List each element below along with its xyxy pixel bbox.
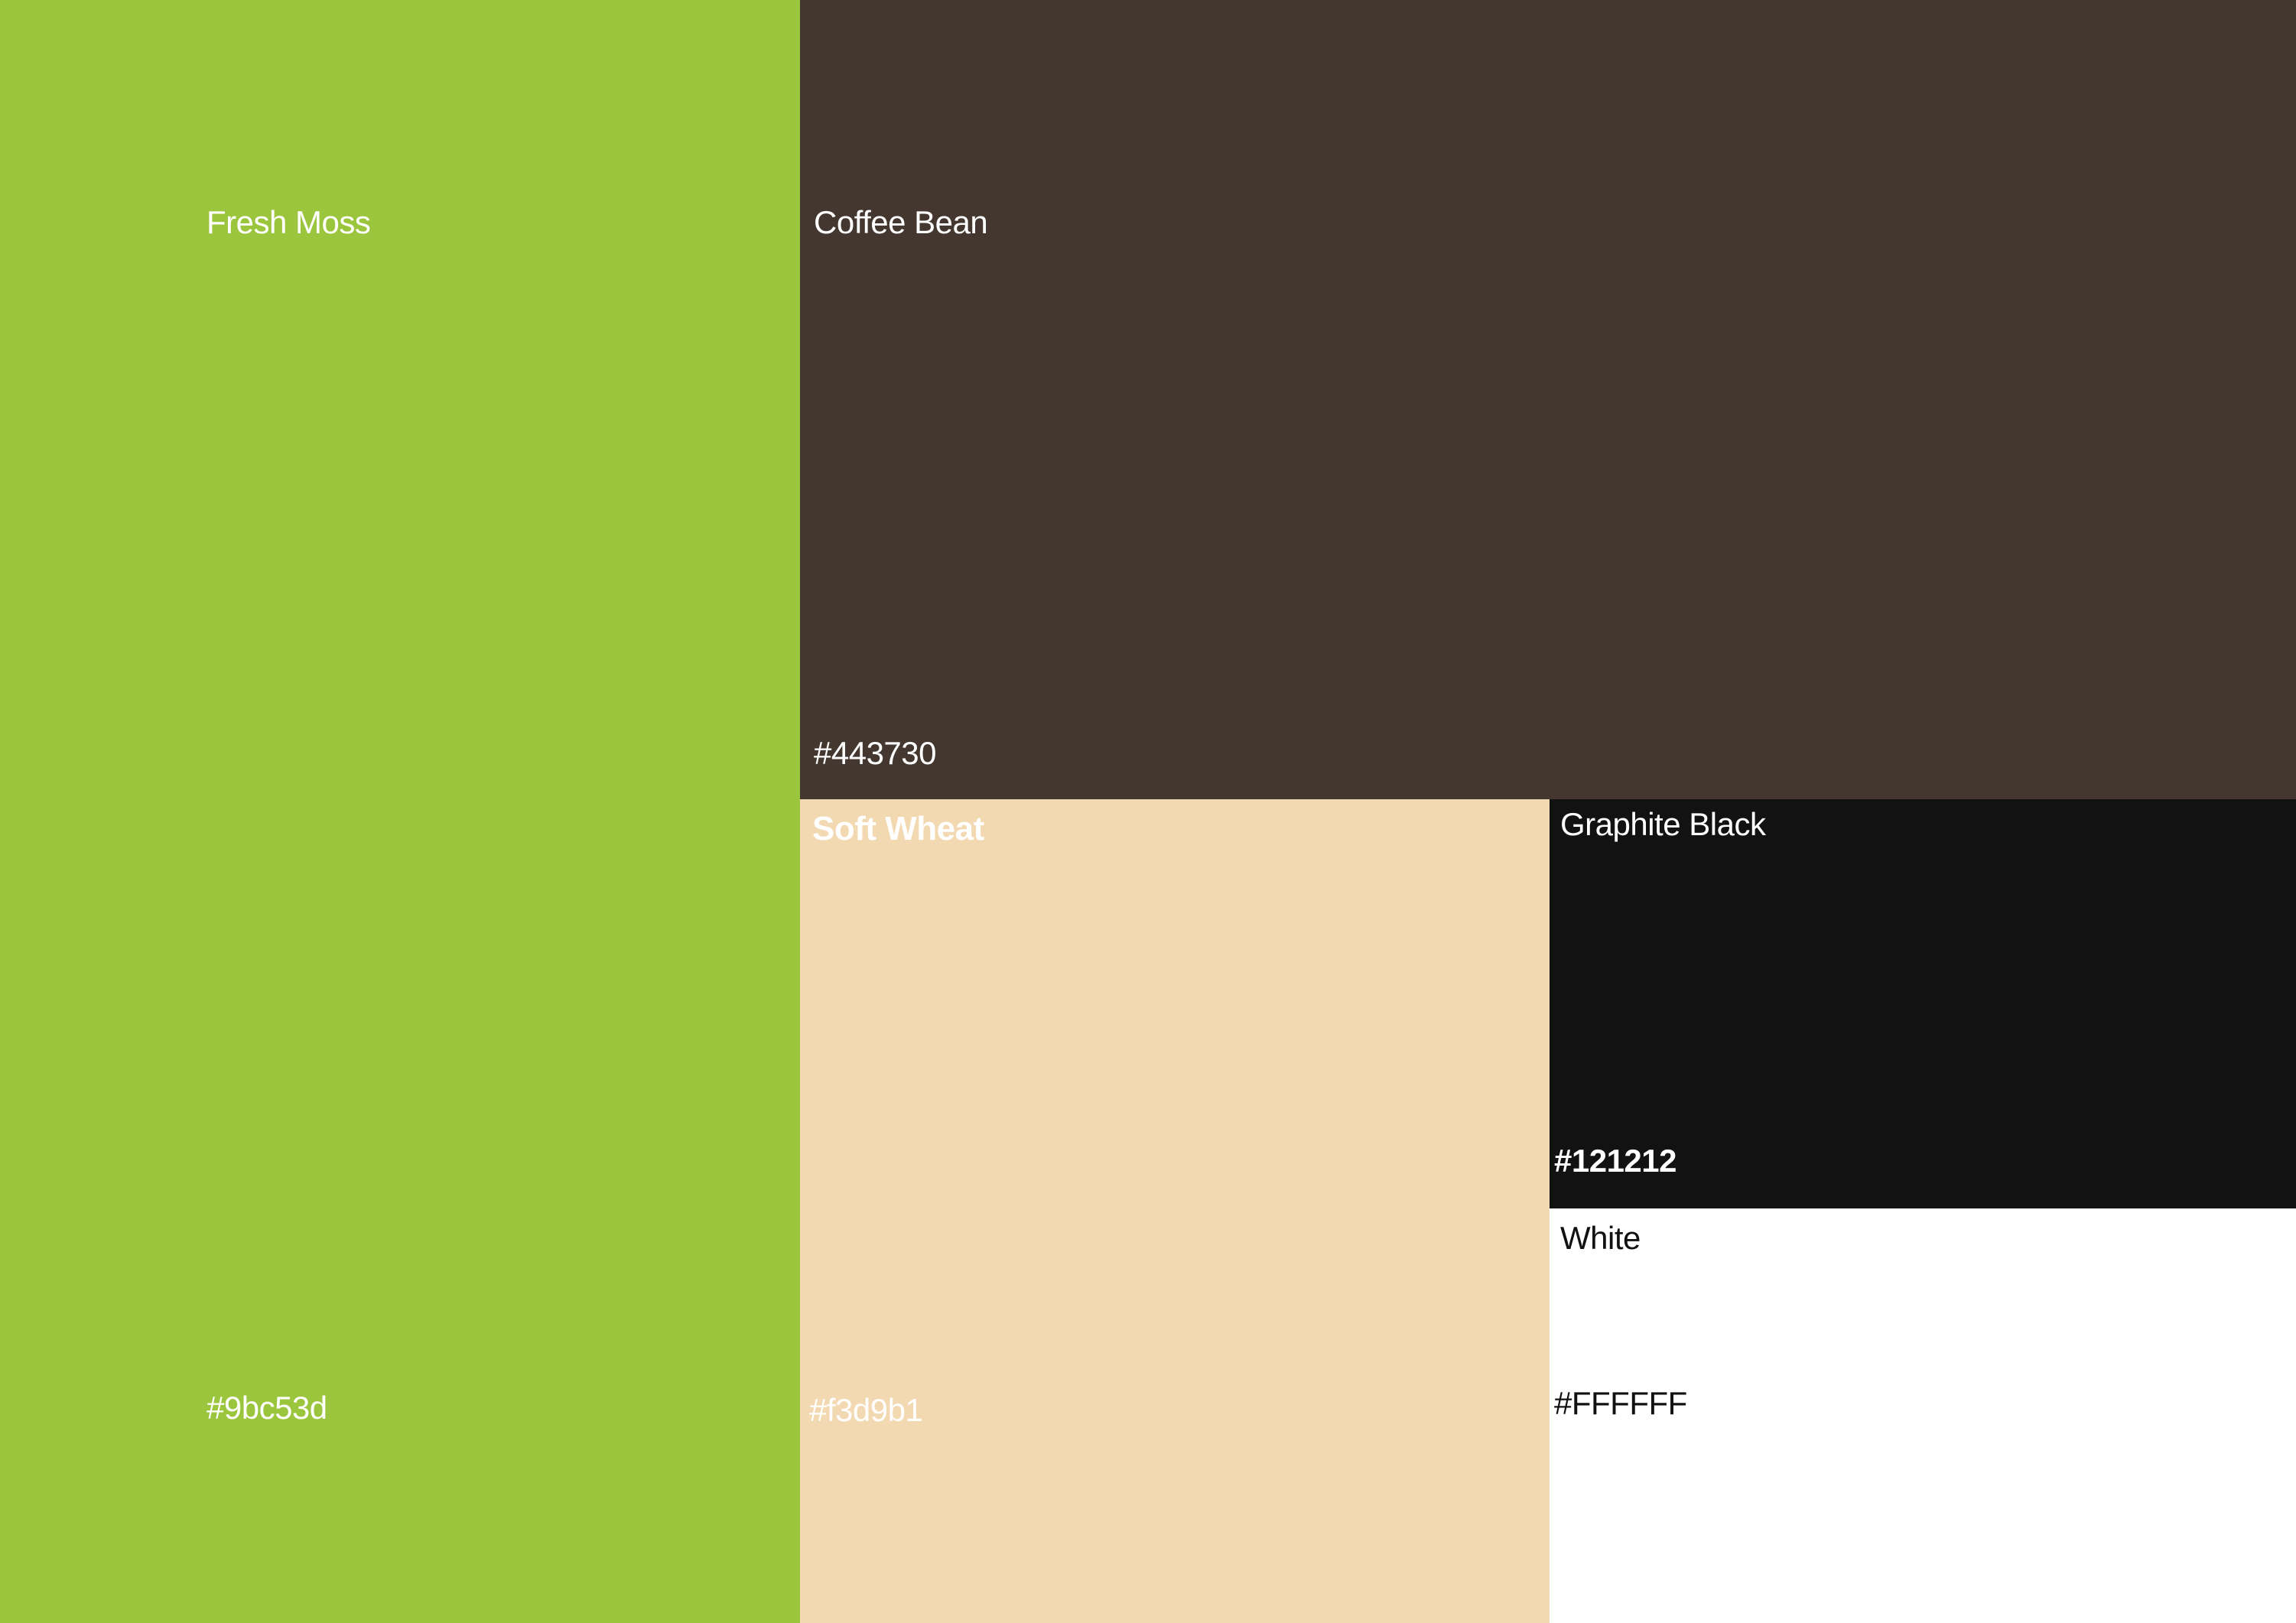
color-palette: Fresh Moss #9bc53d Coffee Bean #443730 S… bbox=[0, 0, 2296, 1623]
swatch-hex: #443730 bbox=[814, 735, 937, 771]
swatch-hex: #f3d9b1 bbox=[809, 1392, 923, 1428]
swatch-white: White #FFFFFF bbox=[1550, 1208, 2296, 1623]
swatch-coffee-bean: Coffee Bean #443730 bbox=[800, 0, 2296, 799]
swatch-graphite-black: Graphite Black #121212 bbox=[1550, 799, 2296, 1208]
swatch-hex: #9bc53d bbox=[207, 1390, 327, 1426]
swatch-hex: #FFFFFF bbox=[1554, 1385, 1687, 1421]
swatch-name: Soft Wheat bbox=[812, 810, 984, 847]
swatch-fresh-moss: Fresh Moss #9bc53d bbox=[0, 0, 800, 1623]
swatch-hex: #121212 bbox=[1554, 1143, 1677, 1179]
swatch-name: Graphite Black bbox=[1560, 806, 1766, 842]
swatch-soft-wheat: Soft Wheat #f3d9b1 bbox=[800, 799, 1550, 1623]
swatch-name: White bbox=[1560, 1220, 1641, 1256]
swatch-name: Coffee Bean bbox=[814, 204, 988, 240]
swatch-name: Fresh Moss bbox=[207, 204, 371, 240]
